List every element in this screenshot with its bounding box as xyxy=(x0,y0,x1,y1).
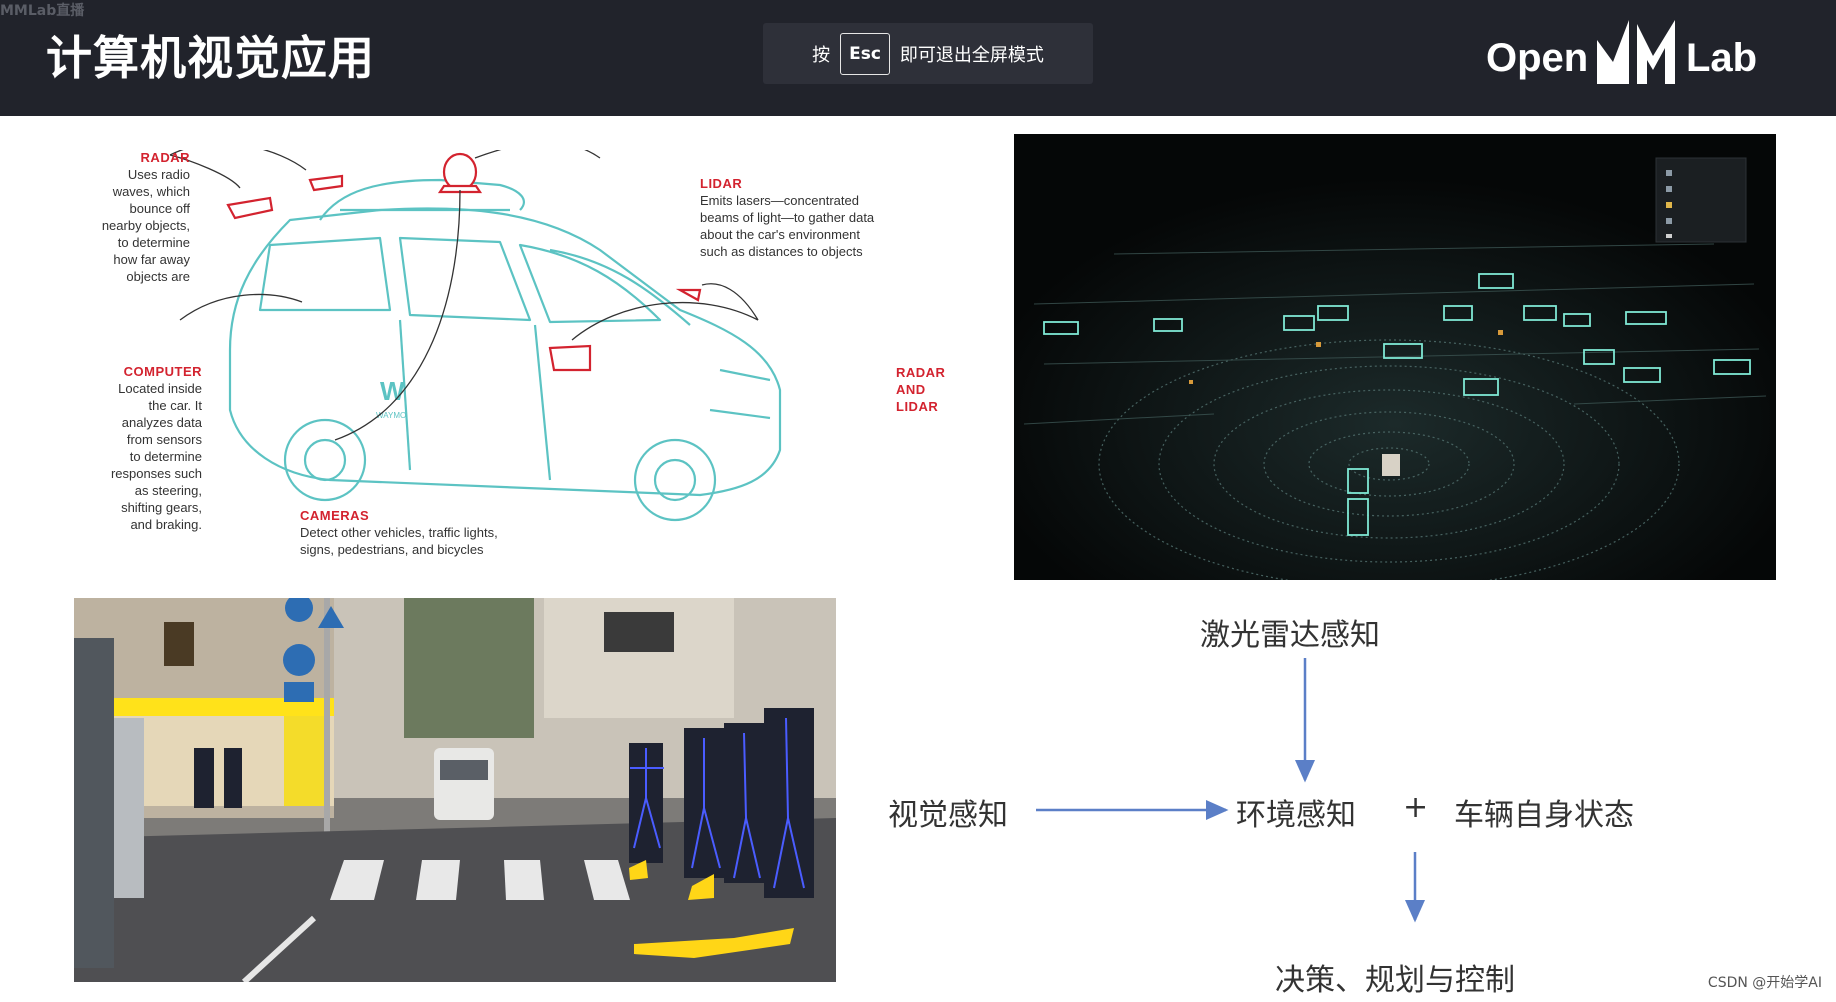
flow-arrows xyxy=(1036,658,1425,923)
csdn-watermark: CSDN @开始学AI xyxy=(1707,975,1822,991)
